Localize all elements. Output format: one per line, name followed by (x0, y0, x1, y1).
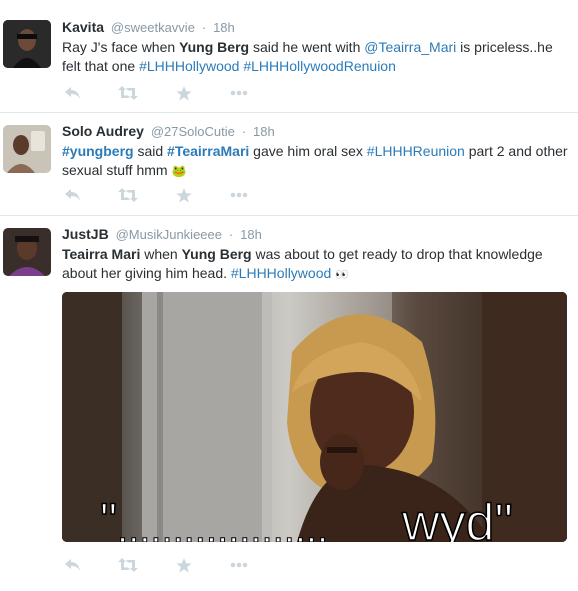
retweet-button[interactable] (117, 84, 139, 102)
hashtag-link[interactable]: #yungberg (62, 143, 134, 159)
text-segment: said (133, 143, 168, 159)
frog-emoji: 🐸 (171, 164, 187, 178)
photo-image: " ................... wyd" (62, 292, 567, 542)
user-fullname[interactable]: Kavita (62, 19, 104, 35)
star-icon (176, 557, 192, 572)
reply-button[interactable] (62, 84, 84, 102)
hashtag-link[interactable]: #LHHHollywood (139, 58, 239, 74)
reply-icon (65, 559, 80, 571)
user-handle[interactable]: @MusikJunkieeee (116, 227, 222, 242)
hashtag-link[interactable]: #LHHHReunion (367, 143, 465, 159)
avatar-image (3, 125, 51, 173)
tweet-content: JustJB @MusikJunkieeee · 18h Teairra Mar… (62, 225, 570, 285)
retweet-button[interactable] (117, 556, 139, 574)
tweet-text: Teairra Mari when Yung Berg was about to… (62, 245, 570, 285)
text-segment: when (140, 246, 182, 262)
favorite-button[interactable] (173, 186, 195, 204)
caption-dots: ................... (117, 507, 328, 542)
reply-icon (65, 87, 80, 99)
retweet-icon (118, 188, 138, 202)
favorite-button[interactable] (173, 556, 195, 574)
more-icon (230, 562, 248, 568)
star-icon (176, 85, 192, 100)
eyes-emoji: 👀 (335, 269, 349, 281)
more-button[interactable] (228, 186, 250, 204)
caption-wyd: wyd" (401, 494, 513, 542)
separator-dot: · (228, 227, 234, 242)
tweet-actions (62, 186, 302, 206)
more-button[interactable] (228, 556, 250, 574)
hashtag-link[interactable]: #TeairraMari (167, 143, 249, 159)
avatar[interactable] (3, 20, 51, 68)
tweet-text: Ray J's face when Yung Berg said he went… (62, 38, 570, 76)
user-fullname[interactable]: Solo Audrey (62, 123, 144, 139)
mention-link[interactable]: @Teairra_Mari (364, 39, 456, 55)
tweet-actions (62, 556, 302, 576)
tweet-content: Solo Audrey @27SoloCutie · 18h #yungberg… (62, 122, 570, 181)
retweet-button[interactable] (117, 186, 139, 204)
reply-button[interactable] (62, 556, 84, 574)
avatar[interactable] (3, 228, 51, 276)
text-segment: gave him oral sex (249, 143, 367, 159)
caption-open-quote: " (100, 495, 117, 542)
tweet-header: Kavita @sweetkavvie · 18h (62, 18, 570, 37)
tweet-timestamp[interactable]: 18h (213, 20, 235, 35)
text-bold: Yung Berg (179, 39, 250, 55)
favorite-button[interactable] (173, 84, 195, 102)
user-handle[interactable]: @27SoloCutie (151, 124, 235, 139)
reply-button[interactable] (62, 186, 84, 204)
tweet-media-photo[interactable]: " ................... wyd" (62, 292, 567, 542)
more-button[interactable] (228, 84, 250, 102)
tweet-actions (62, 84, 302, 104)
retweet-icon (118, 558, 138, 572)
tweet-content: Kavita @sweetkavvie · 18h Ray J's face w… (62, 18, 570, 76)
text-segment: said he went with (249, 39, 365, 55)
hashtag-link[interactable]: #LHHHollywoodRenuion (243, 58, 396, 74)
tweet: Solo Audrey @27SoloCutie · 18h #yungberg… (0, 113, 578, 216)
user-handle[interactable]: @sweetkavvie (111, 20, 195, 35)
avatar-image (3, 228, 51, 276)
hashtag-link[interactable]: #LHHHollywood (231, 265, 331, 281)
user-fullname[interactable]: JustJB (62, 226, 109, 242)
tweet-timestamp[interactable]: 18h (240, 227, 262, 242)
tweet: JustJB @MusikJunkieeee · 18h Teairra Mar… (0, 216, 578, 591)
avatar-image (3, 20, 51, 68)
separator-dot: · (201, 20, 207, 35)
text-bold: Yung Berg (181, 246, 252, 262)
tweet-timestamp[interactable]: 18h (253, 124, 275, 139)
tweet: Kavita @sweetkavvie · 18h Ray J's face w… (0, 0, 578, 113)
tweet-header: JustJB @MusikJunkieeee · 18h (62, 225, 570, 244)
text-segment: Ray J's face when (62, 39, 180, 55)
avatar[interactable] (3, 125, 51, 173)
more-icon (230, 90, 248, 96)
tweet-header: Solo Audrey @27SoloCutie · 18h (62, 122, 570, 141)
retweet-icon (118, 86, 138, 100)
more-icon (230, 192, 248, 198)
text-bold: Teairra Mari (62, 246, 141, 262)
reply-icon (65, 189, 80, 201)
star-icon (176, 187, 192, 202)
tweet-text: #yungberg said #TeairraMari gave him ora… (62, 142, 570, 181)
separator-dot: · (241, 124, 247, 139)
